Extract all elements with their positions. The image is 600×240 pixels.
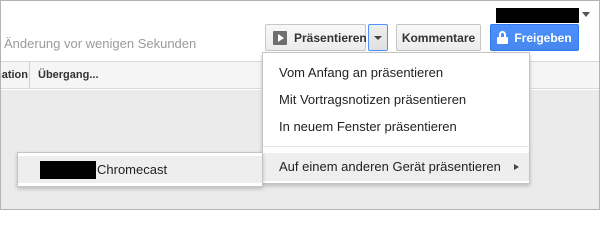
menu-item-present-from-start[interactable]: Vom Anfang an präsentieren bbox=[263, 59, 529, 86]
account-caret-icon[interactable] bbox=[582, 12, 590, 17]
device-label: Chromecast bbox=[97, 162, 168, 177]
menu-item-present-with-notes[interactable]: Mit Vortragsnotizen präsentieren bbox=[263, 86, 529, 113]
toolbar-divider bbox=[29, 62, 30, 88]
comments-button-label: Kommentare bbox=[401, 30, 476, 45]
menu-item-present-new-window[interactable]: In neuem Fenster präsentieren bbox=[263, 113, 529, 140]
device-name-redacted bbox=[40, 161, 96, 179]
menu-item-present-other-device-label: Auf einem anderen Gerät präsentieren bbox=[279, 159, 501, 174]
lock-icon bbox=[497, 31, 509, 44]
transition-label: Übergang... bbox=[38, 69, 99, 81]
chevron-down-icon bbox=[374, 35, 382, 40]
chevron-right-icon bbox=[514, 164, 519, 170]
menu-divider bbox=[263, 146, 529, 147]
animation-label: Animation... bbox=[1, 69, 28, 81]
comments-button[interactable]: Kommentare bbox=[396, 24, 481, 51]
play-icon bbox=[273, 30, 287, 45]
save-status: Änderung vor wenigen Sekunden bbox=[4, 36, 197, 51]
present-button[interactable]: Präsentieren bbox=[265, 24, 367, 51]
share-button-label: Freigeben bbox=[514, 30, 572, 45]
device-submenu: Chromecast bbox=[17, 152, 263, 187]
animation-button[interactable]: Animation... bbox=[1, 62, 28, 88]
transition-button[interactable]: Übergang... bbox=[38, 62, 99, 88]
submenu-item-chromecast[interactable]: Chromecast bbox=[18, 156, 262, 183]
menu-item-present-other-device[interactable]: Auf einem anderen Gerät präsentieren bbox=[263, 153, 529, 181]
present-menu: Vom Anfang an präsentieren Mit Vortragsn… bbox=[262, 52, 530, 184]
share-button[interactable]: Freigeben bbox=[490, 24, 579, 51]
account-name-redacted[interactable] bbox=[496, 8, 579, 23]
present-button-label: Präsentieren bbox=[294, 30, 367, 45]
present-dropdown-button[interactable] bbox=[368, 24, 388, 51]
